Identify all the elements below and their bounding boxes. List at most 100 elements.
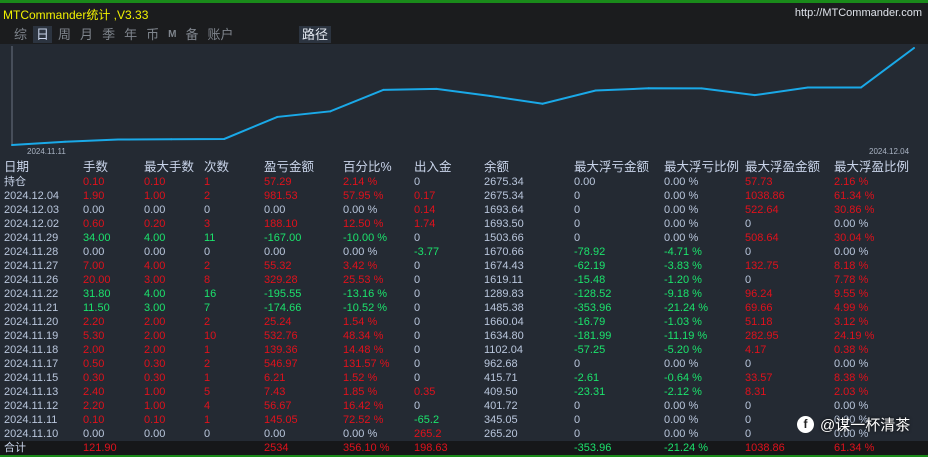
table-row[interactable]: 2024.11.12 2.20 1.00 4 56.67 16.42 % 0 401.72 0 0…: [0, 399, 928, 413]
cell-最大浮盈比例: 0.00 %: [834, 218, 869, 230]
balance-point-2024.11.27: [647, 87, 650, 90]
cell-出入金: 265.2: [414, 428, 442, 440]
chart-end-date: 2024.12.04: [869, 147, 910, 156]
cell-手数: 2.20: [83, 400, 105, 412]
tab-1[interactable]: 日: [33, 26, 53, 43]
table-row[interactable]: 2024.11.22 31.80 4.00 16 -195.55 -13.16 % 0 128…: [0, 287, 928, 301]
tab-3[interactable]: 月: [77, 26, 96, 43]
cell-日期: 2024.11.11: [4, 414, 58, 426]
tab-4[interactable]: 季: [99, 26, 118, 43]
cell-盈亏金额: 盈亏金额: [264, 160, 315, 174]
cell-最大浮盈金额: 522.64: [745, 204, 779, 216]
cell-百分比%: 1.54 %: [343, 316, 378, 328]
table-row[interactable]: 持仓 0.10 0.10 1 57.29 2.14 % 0 2675.34 0.00 0.00 %…: [0, 175, 928, 189]
cell-手数: 手数: [83, 160, 109, 174]
cell-最大浮盈金额: 8.31: [745, 386, 767, 398]
tab-8[interactable]: 备: [182, 26, 201, 43]
table-row[interactable]: 2024.12.04 1.90 1.00 2 981.53 57.95 % 0.17 2675…: [0, 189, 928, 203]
cell-盈亏金额: 56.67: [264, 400, 292, 412]
cell-余额: 345.05: [484, 414, 518, 426]
cell-次数: 2: [204, 358, 211, 370]
cell-最大浮盈金额: 0: [745, 358, 752, 370]
website-link[interactable]: http://MTCommander.com: [795, 7, 922, 19]
table-row[interactable]: 2024.11.13 2.40 1.00 5 7.43 1.85 % 0.35 409.50 -…: [0, 385, 928, 399]
cell-手数: 2.00: [83, 344, 105, 356]
cell-百分比%: -13.16 %: [343, 288, 388, 300]
table-row[interactable]: 2024.11.15 0.30 0.30 1 6.21 1.52 % 0 415.71 -2.6…: [0, 371, 928, 385]
cell-最大手数: 0.00: [144, 246, 166, 258]
cell-余额: 2675.34: [484, 190, 524, 202]
cell-最大浮亏比例: -1.03 %: [664, 316, 702, 328]
cell-余额: 1670.66: [484, 246, 524, 258]
cell-最大浮亏金额: -62.19: [574, 260, 606, 272]
cell-余额: 401.72: [484, 400, 518, 412]
cell-最大浮盈比例: 3.12 %: [834, 316, 869, 328]
cell-盈亏金额: 981.53: [264, 190, 298, 202]
cell-最大浮盈比例: 2.16 %: [834, 176, 869, 188]
cell-次数: 0: [204, 204, 211, 216]
cell-日期: 2024.11.10: [4, 428, 59, 440]
cell-百分比%: 14.48 %: [343, 344, 384, 356]
cell-余额: 409.50: [484, 386, 518, 398]
table-row[interactable]: 2024.11.26 20.00 3.00 8 329.28 25.53 % 0 1619.1…: [0, 273, 928, 287]
cell-余额: 1102.04: [484, 344, 523, 356]
tab-6[interactable]: 币: [143, 26, 162, 43]
tab-9[interactable]: 账户: [204, 26, 236, 43]
cell-次数: 10: [204, 330, 217, 342]
cell-盈亏金额: 139.36: [264, 344, 298, 356]
cell-次数: 3: [204, 218, 211, 230]
table-row[interactable]: 2024.11.19 5.30 2.00 10 532.76 48.34 % 0 1634.8…: [0, 329, 928, 343]
cell-最大浮亏比例: 0.00 %: [664, 218, 699, 230]
watermark: f @谋一杯清茶: [797, 414, 910, 435]
table-row[interactable]: 2024.11.29 34.00 4.00 11 -167.00 -10.00 % 0 150…: [0, 231, 928, 245]
table-row[interactable]: 2024.11.27 7.00 4.00 2 55.32 3.42 % 0 1674.43 -6…: [0, 259, 928, 273]
cell-最大浮亏比例: 0.00 %: [664, 428, 699, 440]
cell-手数: 0.00: [83, 204, 105, 216]
cell-余额: 265.20: [484, 428, 518, 440]
cell-手数: 31.80: [83, 288, 111, 300]
cell-百分比%: 72.52 %: [343, 414, 384, 426]
balance-point-2024.11.11: [64, 140, 67, 143]
cell-次数: 0: [204, 246, 211, 258]
path-button[interactable]: 路径: [299, 26, 332, 43]
cell-余额: 1660.04: [484, 316, 524, 328]
cell-最大浮亏比例: 最大浮亏比例: [664, 160, 740, 174]
cell-最大浮盈金额: 4.17: [745, 344, 767, 356]
balance-point-2024.11.17: [276, 115, 279, 118]
cell-百分比%: 12.50 %: [343, 218, 384, 230]
balance-chart: [11, 46, 915, 146]
tab-0[interactable]: 综: [11, 26, 30, 43]
cell-盈亏金额: 0.00: [264, 428, 286, 440]
cell-日期: 2024.11.29: [4, 232, 59, 244]
cell-最大浮盈金额: 132.75: [745, 260, 779, 272]
balance-point-2024.11.10: [11, 144, 13, 146]
tab-7[interactable]: M: [165, 26, 179, 43]
cell-最大浮盈金额: 1038.86: [745, 442, 785, 454]
table-row[interactable]: 2024.12.02 0.60 0.20 3 188.10 12.50 % 1.74 1693…: [0, 217, 928, 231]
table-row[interactable]: 2024.11.21 11.50 3.00 7 -174.66 -10.52 % 0 1485…: [0, 301, 928, 315]
tab-5[interactable]: 年: [121, 26, 140, 43]
table-row[interactable]: 2024.11.17 0.50 0.30 2 546.97 131.57 % 0 962.68…: [0, 357, 928, 371]
table-row[interactable]: 2024.11.28 0.00 0.00 0 0.00 0.00 % -3.77 1670.6…: [0, 245, 928, 259]
cell-最大手数: 0.10: [144, 176, 166, 188]
cell-手数: 0.50: [83, 358, 105, 370]
cell-余额: 1674.43: [484, 260, 524, 272]
cell-手数: 34.00: [83, 232, 111, 244]
cell-余额: 1503.66: [484, 232, 524, 244]
table-row[interactable]: 2024.11.18 2.00 2.00 1 139.36 14.48 % 0 1102.04…: [0, 343, 928, 357]
cell-最大浮亏比例: -4.71 %: [664, 246, 702, 258]
cell-最大浮盈比例: 0.00 %: [834, 246, 869, 258]
table-row[interactable]: 2024.12.03 0.00 0.00 0 0.00 0.00 % 0.14 1693.64…: [0, 203, 928, 217]
cell-最大浮亏金额: 0: [574, 358, 581, 370]
tab-2[interactable]: 周: [55, 26, 74, 43]
table-row[interactable]: 2024.11.10 0.00 0.00 0 0.00 0.00 % 265.2 265.20…: [0, 427, 928, 441]
cell-最大手数: 0.00: [144, 428, 166, 440]
cell-盈亏金额: 7.43: [264, 386, 286, 398]
cell-手数: 0.10: [83, 176, 105, 188]
cell-最大浮亏金额: 0: [574, 428, 581, 440]
cell-最大浮盈金额: 57.73: [745, 176, 773, 188]
cell-最大浮亏比例: -21.24 %: [664, 302, 709, 314]
table-row[interactable]: 2024.11.20 2.20 2.00 2 25.24 1.54 % 0 1660.04 -1…: [0, 315, 928, 329]
cell-最大浮盈比例: 30.04 %: [834, 232, 875, 244]
table-row[interactable]: 2024.11.11 0.10 0.10 1 145.05 72.52 % -65.2 345…: [0, 413, 928, 427]
